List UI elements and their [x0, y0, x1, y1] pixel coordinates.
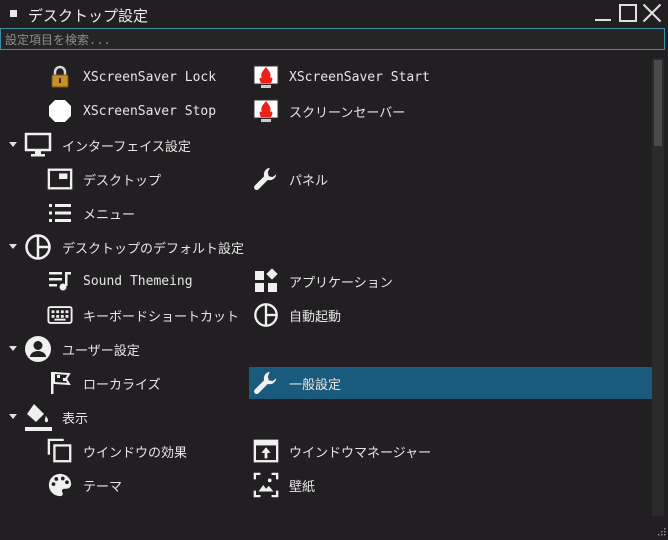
pie-icon	[253, 302, 279, 328]
item-label: ウインドウマネージャー	[289, 445, 432, 461]
category-label: インターフェイス設定	[62, 139, 191, 155]
item-label: XScreenSaver Start	[289, 69, 430, 85]
item-label: 自動起動	[289, 309, 342, 325]
item-label: XScreenSaver Stop	[83, 103, 217, 119]
category-label: デスクトップのデフォルト設定	[62, 241, 245, 257]
item-window-effects[interactable]: ウインドウの効果	[47, 435, 247, 467]
item-localize[interactable]: ローカライズ	[47, 367, 247, 399]
item-desktop[interactable]: デスクトップ	[47, 163, 247, 195]
wrench-icon	[253, 166, 279, 192]
paint-bucket-icon	[24, 403, 52, 431]
palette-icon	[47, 472, 73, 498]
category-label: 表示	[62, 411, 89, 427]
item-label: 壁紙	[289, 479, 316, 495]
item-xscreensaver-lock[interactable]: XScreenSaver Lock	[47, 61, 247, 93]
category-label: ユーザー設定	[62, 343, 140, 359]
flame-monitor-icon	[253, 98, 279, 124]
list-icon	[47, 200, 73, 226]
item-label: ローカライズ	[83, 377, 161, 393]
window-upload-icon	[253, 438, 279, 464]
music-list-icon	[47, 268, 73, 294]
padlock-icon	[47, 64, 73, 90]
window-menu-icon[interactable]	[10, 10, 17, 17]
vertical-scrollbar[interactable]	[652, 58, 664, 516]
title-bar: デスクトップ設定	[0, 0, 668, 28]
category-display[interactable]: 表示	[0, 401, 88, 433]
item-applications[interactable]: アプリケーション	[253, 265, 453, 297]
maximize-button[interactable]	[618, 3, 638, 23]
item-label: スクリーンセーバー	[289, 105, 406, 121]
wrench-icon	[253, 370, 279, 396]
item-menu[interactable]: メニュー	[47, 197, 247, 229]
windows-stack-icon	[47, 438, 73, 464]
keyboard-icon	[47, 302, 73, 328]
item-theme[interactable]: テーマ	[47, 469, 247, 501]
close-button[interactable]	[642, 3, 662, 23]
item-label: キーボードショートカット	[83, 309, 240, 325]
chevron-down-icon[interactable]	[2, 141, 24, 149]
category-interface-settings[interactable]: インターフェイス設定	[0, 129, 191, 161]
flame-monitor-icon	[253, 64, 279, 90]
user-icon	[24, 335, 52, 363]
item-panel[interactable]: パネル	[253, 163, 453, 195]
category-user-settings[interactable]: ユーザー設定	[0, 333, 140, 365]
item-label: テーマ	[83, 479, 123, 495]
scrollbar-thumb[interactable]	[654, 60, 662, 146]
item-screensaver[interactable]: スクリーンセーバー	[253, 95, 453, 127]
stop-octagon-icon	[47, 98, 73, 124]
item-window-manager[interactable]: ウインドウマネージャー	[253, 435, 473, 467]
item-wallpaper[interactable]: 壁紙	[253, 469, 453, 501]
item-sound-theming[interactable]: Sound Themeing	[47, 265, 247, 297]
item-label: XScreenSaver Lock	[83, 69, 217, 85]
item-label: 一般設定	[289, 377, 342, 393]
chevron-down-icon[interactable]	[2, 345, 24, 353]
pie-icon	[24, 233, 52, 261]
item-xscreensaver-start[interactable]: XScreenSaver Start	[253, 61, 453, 93]
item-label: メニュー	[83, 207, 136, 223]
item-label: デスクトップ	[83, 173, 162, 189]
category-desktop-defaults[interactable]: デスクトップのデフォルト設定	[0, 231, 244, 263]
item-label: ウインドウの効果	[83, 445, 188, 461]
chevron-down-icon[interactable]	[2, 413, 24, 421]
item-autostart[interactable]: 自動起動	[253, 299, 453, 331]
window-title: デスクトップ設定	[28, 7, 149, 25]
desktop-window-icon	[47, 166, 73, 192]
item-label: パネル	[289, 173, 329, 189]
monitor-icon	[24, 131, 52, 159]
resize-grip-icon[interactable]	[656, 525, 666, 536]
item-label: アプリケーション	[289, 275, 393, 291]
settings-list: XScreenSaver Lock XScreenSaver Start XSc…	[0, 58, 652, 537]
minimize-button[interactable]	[593, 3, 613, 23]
chevron-down-icon[interactable]	[2, 243, 24, 251]
wallpaper-image-icon	[253, 472, 279, 498]
item-xscreensaver-stop[interactable]: XScreenSaver Stop	[47, 95, 247, 127]
search-input[interactable]	[0, 28, 665, 50]
apps-grid-icon	[253, 268, 279, 294]
item-label: Sound Themeing	[83, 273, 193, 289]
item-general-settings[interactable]: 一般設定	[249, 367, 652, 399]
item-keyboard-shortcuts[interactable]: キーボードショートカット	[47, 299, 247, 331]
flag-icon	[47, 370, 73, 396]
